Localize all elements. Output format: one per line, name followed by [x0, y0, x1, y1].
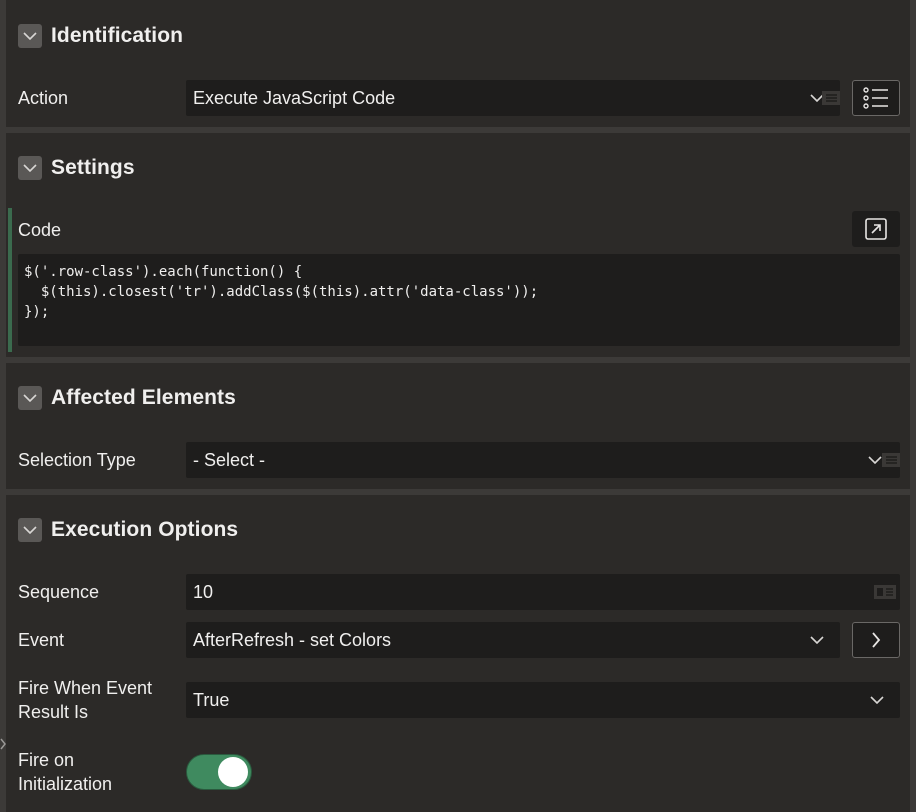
action-label: Action — [18, 88, 69, 108]
chevron-right-icon — [872, 632, 881, 648]
collapse-icon[interactable] — [18, 156, 42, 180]
fire-init-label-line2: Initialization — [18, 774, 113, 794]
section-title: Execution Options — [51, 518, 239, 541]
collapse-icon[interactable] — [18, 518, 42, 542]
code-accent-bar — [8, 208, 12, 352]
section-title: Settings — [51, 156, 135, 179]
go-to-event-button[interactable] — [852, 622, 900, 658]
form-field-icon — [874, 585, 896, 599]
list-icon — [863, 87, 888, 109]
section-identification-header[interactable]: Identification — [18, 23, 183, 49]
fire-when-value: True — [193, 689, 230, 710]
section-execution-header[interactable]: Execution Options — [18, 517, 238, 543]
selection-type-select[interactable]: - Select - — [186, 442, 900, 478]
section-affected-header[interactable]: Affected Elements — [18, 385, 236, 411]
collapse-icon[interactable] — [18, 24, 42, 48]
event-value: AfterRefresh - set Colors — [193, 629, 392, 650]
action-value: Execute JavaScript Code — [193, 87, 396, 108]
chevron-down-icon — [870, 696, 884, 704]
fire-when-label: Fire When Event — [18, 678, 153, 698]
fire-init-label: Fire on — [18, 750, 75, 770]
section-settings-header[interactable]: Settings — [18, 155, 135, 181]
toggle-knob — [218, 757, 248, 787]
sequence-input[interactable]: 10 — [186, 574, 900, 610]
collapse-icon[interactable] — [18, 386, 42, 410]
section-title: Affected Elements — [51, 386, 236, 409]
expand-code-button[interactable] — [852, 211, 900, 247]
code-label: Code — [18, 220, 62, 240]
fire-on-initialization-toggle[interactable] — [186, 754, 252, 790]
event-label: Event — [18, 630, 65, 650]
action-select[interactable]: Execute JavaScript Code — [186, 80, 840, 116]
chevron-down-icon — [868, 456, 882, 464]
list-icon — [822, 91, 840, 105]
selection-type-label: Selection Type — [18, 450, 136, 470]
fire-when-label-line2: Result Is — [18, 702, 89, 722]
code-editor[interactable]: $('.row-class').each(function() { $(this… — [18, 254, 900, 346]
fire-when-select[interactable]: True — [186, 682, 900, 718]
section-title: Identification — [51, 24, 184, 47]
expand-icon — [865, 218, 887, 240]
list-icon — [882, 453, 900, 467]
list-values-button[interactable] — [852, 80, 900, 116]
sequence-label: Sequence — [18, 582, 100, 602]
chevron-down-icon — [810, 636, 824, 644]
event-select[interactable]: AfterRefresh - set Colors — [186, 622, 840, 658]
property-editor-panel: Identification Action Execute JavaScript… — [6, 0, 910, 812]
selection-type-value: - Select - — [193, 449, 266, 470]
sequence-value: 10 — [193, 581, 214, 602]
